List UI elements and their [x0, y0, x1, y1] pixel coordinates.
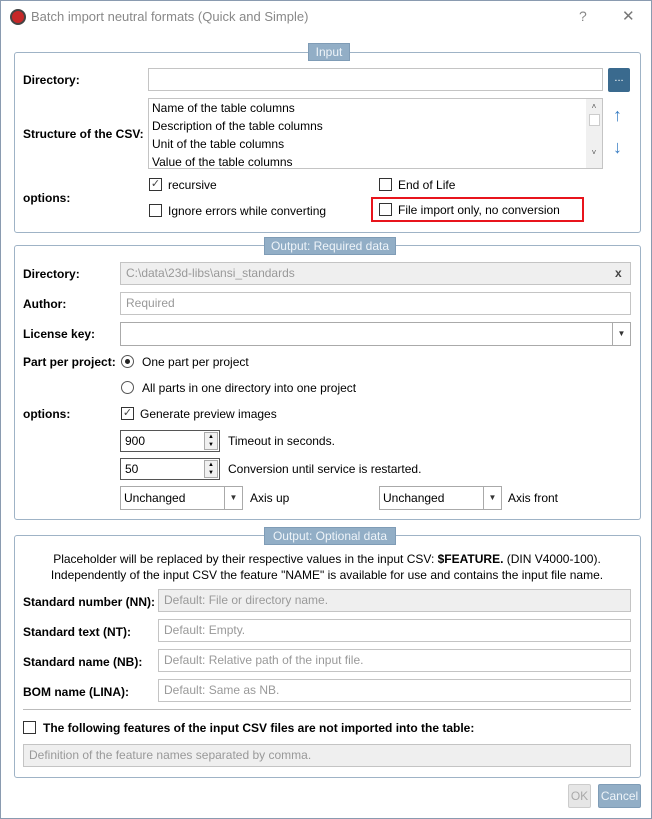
browse-button[interactable]: ... — [608, 68, 630, 92]
list-scrollbar[interactable]: ˄ ˅ — [586, 99, 602, 168]
one-part-radio[interactable] — [121, 355, 134, 368]
restart-value: 50 — [125, 462, 139, 476]
exclude-features-input[interactable]: Definition of the feature names separate… — [23, 744, 631, 767]
one-part-label: One part per project — [142, 355, 249, 369]
list-item[interactable]: Value of the table columns — [152, 155, 293, 168]
timeout-spinbox[interactable]: 900 ▲ ▼ — [120, 430, 220, 452]
nn-input[interactable]: Default: File or directory name. — [158, 589, 631, 612]
exclude-features-checkbox[interactable] — [23, 721, 36, 734]
author-label: Author: — [23, 297, 67, 311]
info-din: (DIN V4000-100). — [503, 552, 601, 566]
nb-label: Standard name (NB): — [23, 655, 143, 669]
chevron-down-icon[interactable]: ▼ — [224, 487, 242, 509]
structure-list[interactable]: Name of the table columns Description of… — [148, 98, 603, 169]
license-key-label: License key: — [23, 327, 96, 341]
optional-legend: Output: Optional data — [264, 527, 396, 545]
nn-label: Standard number (NN): — [23, 595, 155, 609]
dialog-window: Batch import neutral formats (Quick and … — [0, 0, 652, 819]
chevron-down-icon[interactable]: ▼ — [483, 487, 501, 509]
license-key-combo[interactable]: ▼ — [120, 322, 631, 346]
clear-directory-button[interactable]: x — [615, 266, 622, 280]
placeholder-info: Placeholder will be replaced by their re… — [1, 552, 652, 566]
close-button[interactable]: ✕ — [622, 7, 635, 25]
all-parts-label: All parts in one directory into one proj… — [142, 381, 357, 395]
directory-input[interactable] — [148, 68, 603, 91]
list-item[interactable]: Name of the table columns — [152, 101, 295, 115]
output-directory-label: Directory: — [23, 267, 80, 281]
input-legend: Input — [308, 43, 350, 61]
all-parts-radio[interactable] — [121, 381, 134, 394]
ignore-errors-checkbox[interactable] — [149, 204, 162, 217]
timeout-value: 900 — [125, 434, 146, 448]
name-info: Independently of the input CSV the featu… — [50, 568, 604, 582]
list-item[interactable]: Unit of the table columns — [152, 137, 284, 151]
structure-label: Structure of the CSV: — [23, 127, 144, 141]
end-of-life-checkbox[interactable] — [379, 178, 392, 191]
window-title: Batch import neutral formats (Quick and … — [31, 9, 309, 24]
axis-up-combo[interactable]: Unchanged ▼ — [120, 486, 243, 510]
recursive-label: recursive — [168, 178, 217, 192]
lina-label: BOM name (LINA): — [23, 685, 129, 699]
info-text: Placeholder will be replaced by their re… — [53, 552, 438, 566]
cancel-button[interactable]: Cancel — [598, 784, 641, 808]
move-up-arrow-icon[interactable]: ↑ — [613, 105, 622, 126]
restart-spinbox[interactable]: 50 ▲ ▼ — [120, 458, 220, 480]
preview-label: Generate preview images — [140, 407, 277, 421]
list-item[interactable]: Description of the table columns — [152, 119, 323, 133]
help-button[interactable]: ? — [579, 8, 587, 24]
axis-front-combo[interactable]: Unchanged ▼ — [379, 486, 502, 510]
ignore-errors-label: Ignore errors while converting — [168, 204, 327, 218]
part-per-project-label: Part per project: — [23, 355, 116, 369]
file-import-only-label: File import only, no conversion — [398, 203, 560, 217]
input-options-label: options: — [23, 191, 71, 205]
scrollbar-thumb[interactable] — [588, 114, 600, 126]
end-of-life-label: End of Life — [398, 178, 456, 192]
app-icon — [10, 9, 26, 25]
required-options-label: options: — [23, 407, 71, 421]
spin-buttons[interactable]: ▲ ▼ — [204, 460, 218, 478]
timeout-label: Timeout in seconds. — [228, 434, 335, 448]
ok-button[interactable]: OK — [568, 784, 591, 808]
info-feature: $FEATURE. — [437, 552, 504, 566]
move-down-arrow-icon[interactable]: ↓ — [613, 137, 622, 158]
required-legend: Output: Required data — [264, 237, 396, 255]
lina-input[interactable]: Default: Same as NB. — [158, 679, 631, 702]
axis-up-value: Unchanged — [124, 491, 186, 505]
nb-input[interactable]: Default: Relative path of the input file… — [158, 649, 631, 672]
preview-checkbox[interactable]: ✓ — [121, 407, 134, 420]
file-import-only-checkbox[interactable] — [379, 203, 392, 216]
author-input[interactable]: Required — [120, 292, 631, 315]
axis-up-label: Axis up — [250, 491, 290, 505]
axis-front-label: Axis front — [508, 491, 559, 505]
recursive-checkbox[interactable]: ✓ — [149, 178, 162, 191]
output-directory-field[interactable]: C:\data\23d-libs\ansi_standards — [120, 262, 631, 285]
exclude-features-label: The following features of the input CSV … — [43, 721, 475, 735]
nt-label: Standard text (NT): — [23, 625, 131, 639]
nt-input[interactable]: Default: Empty. — [158, 619, 631, 642]
chevron-down-icon[interactable]: ▼ — [612, 323, 630, 345]
axis-front-value: Unchanged — [383, 491, 445, 505]
spin-buttons[interactable]: ▲ ▼ — [204, 432, 218, 450]
restart-label: Conversion until service is restarted. — [228, 462, 422, 476]
directory-label: Directory: — [23, 73, 80, 87]
separator — [23, 709, 631, 710]
